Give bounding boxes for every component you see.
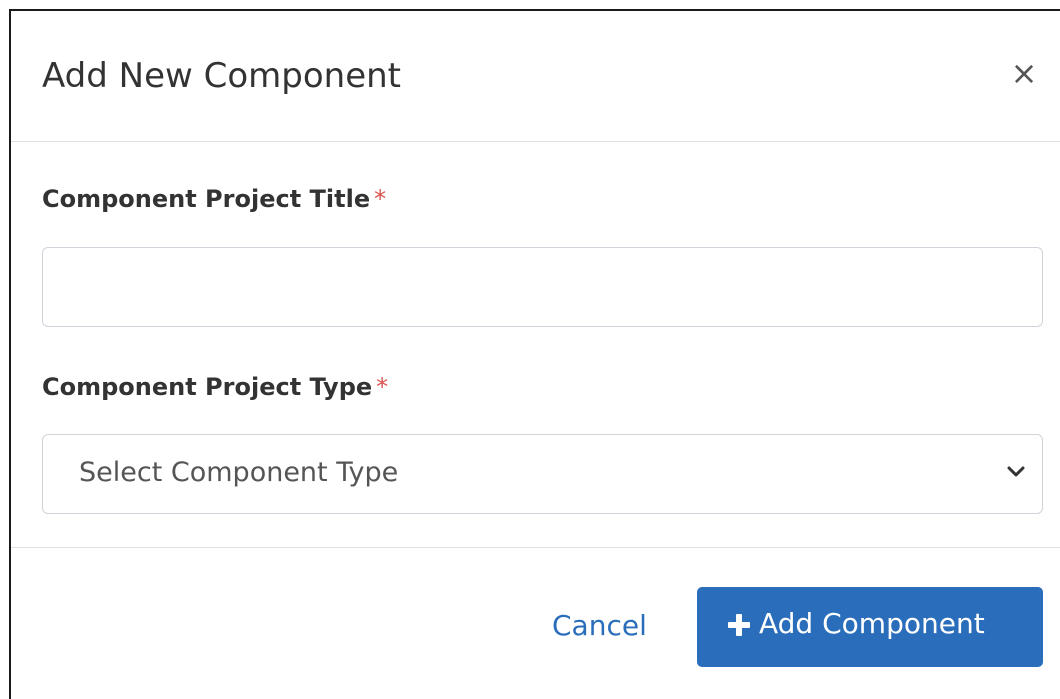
add-component-modal: Add New Component × Component Project Ti…: [9, 9, 1060, 699]
chevron-down-icon: [1007, 466, 1025, 477]
component-type-selected: Select Component Type: [79, 457, 399, 488]
component-type-label-text: Component Project Type: [42, 373, 373, 401]
required-marker: *: [376, 373, 389, 401]
add-component-button[interactable]: Add Component: [697, 587, 1043, 667]
component-type-select[interactable]: Select Component Type: [42, 434, 1043, 514]
modal-header: Add New Component ×: [11, 11, 1060, 142]
modal-title: Add New Component: [42, 56, 401, 96]
plus-icon: [728, 614, 750, 636]
component-title-label: Component Project Title *: [42, 185, 386, 213]
component-title-label-text: Component Project Title: [42, 185, 371, 213]
close-icon[interactable]: ×: [1009, 55, 1039, 91]
cancel-button[interactable]: Cancel: [552, 609, 647, 642]
component-title-input[interactable]: [42, 247, 1043, 327]
add-component-label: Add Component: [759, 607, 985, 640]
required-marker: *: [374, 185, 387, 213]
component-type-label: Component Project Type *: [42, 373, 388, 401]
